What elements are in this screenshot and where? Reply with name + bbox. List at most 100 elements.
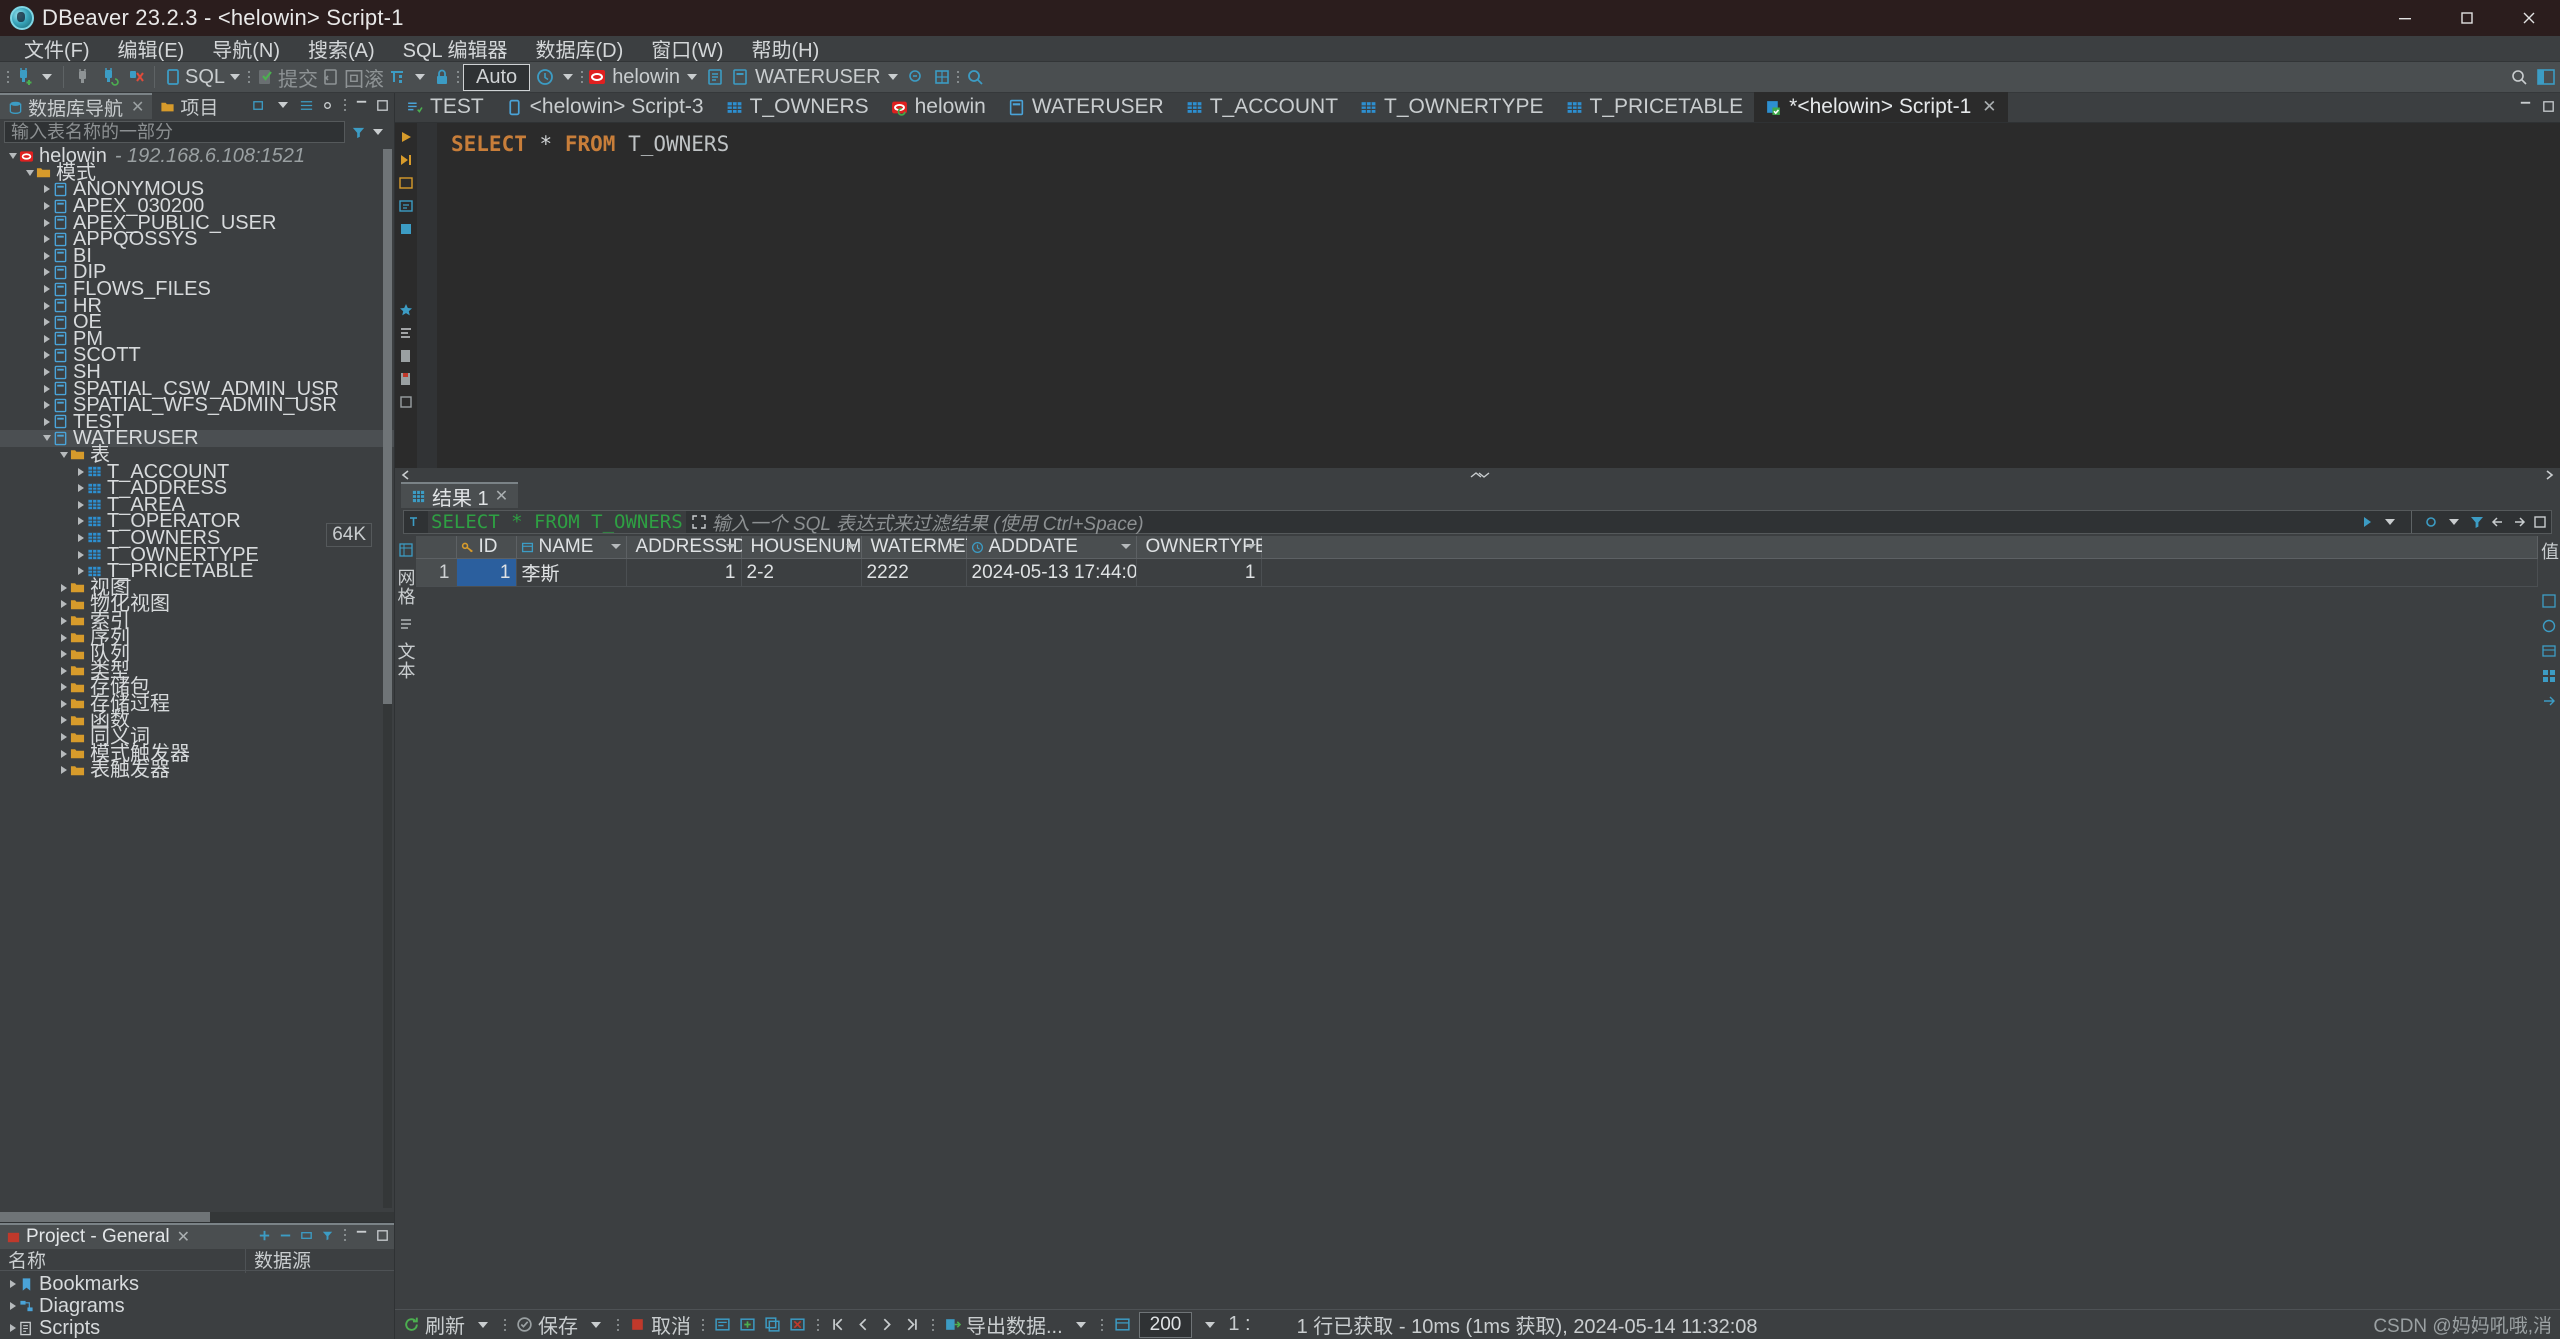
tree-node--[interactable]: 表触发器 [0,760,394,780]
project-column-name[interactable]: 名称 [0,1246,245,1273]
project-add-icon[interactable] [257,1228,272,1243]
chevron-right-icon[interactable] [57,598,70,611]
tree-node-pm[interactable]: PM [0,329,394,349]
chevron-right-icon[interactable] [40,366,53,379]
chevron-right-icon[interactable] [40,183,53,196]
maximize-panel-icon[interactable] [375,98,390,113]
tab-database-navigator-close-icon[interactable]: ✕ [131,97,144,117]
toolbar-drag-handle-4[interactable] [578,66,585,88]
chevron-right-icon[interactable] [74,565,87,578]
chevron-right-icon[interactable] [40,399,53,412]
filter-dropdown-icon[interactable] [373,129,383,135]
chevron-right-icon[interactable] [40,200,53,213]
filter-settings-dropdown-icon[interactable] [2449,519,2459,525]
project-menu-icon[interactable] [341,1224,348,1246]
execute-statement-icon[interactable] [398,129,414,145]
tree-node-oe[interactable]: OE [0,312,394,332]
close-button[interactable] [2498,0,2560,36]
menu-navigate[interactable]: 导航(N) [198,32,294,65]
save-button[interactable]: 保存 [516,1310,578,1339]
scroll-left-icon[interactable] [399,469,413,481]
chevron-right-icon[interactable] [40,216,53,229]
results-filter-placeholder[interactable]: 输入一个 SQL 表达式来过滤结果 (使用 Ctrl+Space) [712,509,2354,536]
panel-menu-icon[interactable] [341,94,348,116]
fetch-size-input[interactable]: 200 [1138,1311,1193,1338]
chevron-down-icon[interactable] [6,150,19,163]
tree-node-bi[interactable]: BI [0,246,394,266]
tree-node--[interactable]: 同义词 [0,727,394,747]
chevron-right-icon[interactable] [57,614,70,627]
chevron-right-icon[interactable] [57,697,70,710]
chevron-right-icon[interactable] [57,747,70,760]
grouping-panel-icon[interactable] [2541,668,2557,684]
connection-edit-icon[interactable] [702,64,728,90]
statusbar-drag-handle-3[interactable] [699,1314,706,1336]
chevron-right-icon[interactable] [40,332,53,345]
cancel-button[interactable]: 取消 [629,1310,691,1339]
filter-settings-icon[interactable] [2423,514,2439,530]
chevron-right-icon[interactable] [57,664,70,677]
editor-tab-helowin-script-3[interactable]: <helowin> Script-3 [495,92,715,122]
project-minimize-icon[interactable] [354,1228,369,1243]
toolbar-drag-handle-3[interactable] [454,66,461,88]
maximize-results-icon[interactable] [2532,514,2548,530]
editor-tab-t-owners[interactable]: T_OWNERS [715,92,880,122]
list-item[interactable]: Diagrams [0,1295,394,1317]
link-dropdown-icon[interactable] [278,102,288,108]
transaction-log-dropdown-icon[interactable] [563,74,574,80]
column-header-housenumber[interactable]: HOUSENUMBER [741,536,900,559]
results-body[interactable]: 1 1 李斯 1 2-2 2222 2024-05-13 17:44:01.00… [416,558,2538,587]
chevron-right-icon[interactable] [40,266,53,279]
refresh-button[interactable]: 刷新 [403,1310,465,1339]
edit-cell-icon[interactable] [714,1316,731,1333]
tree-node--[interactable]: 存储过程 [0,694,394,714]
export-dropdown-icon[interactable] [1075,1321,1086,1328]
menu-help[interactable]: 帮助(H) [737,32,833,65]
list-item[interactable]: Bookmarks [0,1273,394,1295]
sql-format-icon[interactable] [398,325,414,341]
chevron-right-icon[interactable] [57,681,70,694]
export-data-button[interactable]: 导出数据... [944,1310,1063,1339]
execute-new-tab-icon[interactable] [398,175,414,191]
add-row-icon[interactable] [739,1316,756,1333]
cell-housenumber[interactable]: 2-2 [741,558,862,587]
column-name-sort-icon[interactable] [610,544,621,549]
editor-tab-t-pricetable[interactable]: T_PRICETABLE [1555,92,1755,122]
cell-addressid[interactable]: 1 [626,558,742,587]
explain-plan-icon[interactable] [398,198,414,214]
references-panel-icon[interactable] [2541,693,2557,709]
chevron-right-icon[interactable] [40,283,53,296]
execute-script-icon[interactable] [398,152,414,168]
project-maximize-icon[interactable] [375,1228,390,1243]
chevron-right-icon[interactable] [74,465,87,478]
tree-node--[interactable]: 存储包 [0,677,394,697]
table-row[interactable]: 1 1 李斯 1 2-2 2222 2024-05-13 17:44:01.00… [416,558,2538,587]
chevron-right-icon[interactable] [57,581,70,594]
editor-split-handle-icon[interactable] [1465,469,1491,481]
chevron-right-icon[interactable] [40,316,53,329]
value-view-icon[interactable] [2541,593,2557,609]
statusbar-drag-handle[interactable] [501,1314,508,1336]
text-presentation-label[interactable]: 文本 [393,642,419,680]
maximize-button[interactable] [2436,0,2498,36]
chevron-right-icon[interactable] [74,498,87,511]
tree-node--[interactable]: 索引 [0,611,394,631]
results-grid[interactable]: ID NAME ADDRESSID HOUSENUMBER WATERMETER… [416,536,2538,1309]
active-connection-selector[interactable]: helowin [585,66,682,89]
chevron-down-icon[interactable] [23,166,36,179]
tree-node-spatial-wfs-admin-usr[interactable]: SPATIAL_WFS_ADMIN_USR [0,395,394,415]
sql-editor[interactable]: SELECT * FROM T_OWNERS [395,123,2560,468]
chevron-right-icon[interactable] [40,382,53,395]
active-schema-selector[interactable]: WATERUSER [728,66,883,89]
chevron-right-icon[interactable] [57,714,70,727]
menu-edit[interactable]: 编辑(E) [104,32,199,65]
tree-node--[interactable]: 物化视图 [0,594,394,614]
navigate-forward-icon[interactable] [2511,514,2527,530]
tree-node-appqossys[interactable]: APPQOSSYS [0,229,394,249]
editor-tab-t-ownertype[interactable]: T_OWNERTYPE [1349,92,1554,122]
restore-editor-icon[interactable] [2518,99,2533,114]
navigator-filter-input[interactable] [4,121,345,143]
chevron-right-icon[interactable] [40,233,53,246]
row-number-cell[interactable]: 1 [416,558,457,587]
column-header-id[interactable]: ID [456,536,517,559]
